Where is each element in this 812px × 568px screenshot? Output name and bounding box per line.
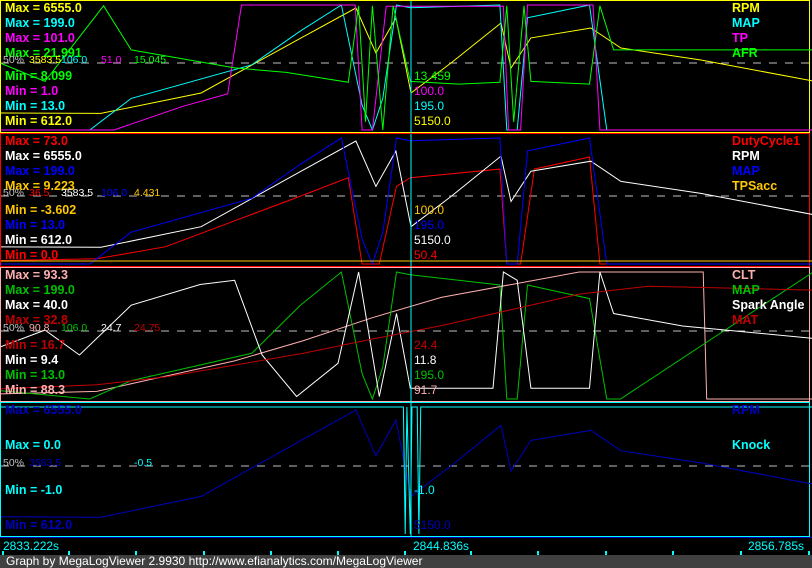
series-tp bbox=[1, 4, 812, 131]
legend-knock[interactable]: Knock bbox=[732, 438, 770, 453]
cursor-value: 195.0 bbox=[414, 99, 445, 113]
midline-value: 106.0 bbox=[61, 54, 88, 66]
max-label: Max = 101.0 bbox=[5, 31, 75, 45]
cursor-value: 50.4 bbox=[414, 248, 438, 262]
min-label: Min = -3.602 bbox=[5, 203, 77, 217]
legend-tp[interactable]: TP bbox=[732, 31, 748, 46]
cursor-value: 195.0 bbox=[414, 218, 445, 232]
series-rpm bbox=[1, 7, 812, 114]
graph-panel-3[interactable]: Max = 93.3 Min = 88.3 CLT 91.7 Max = 199.0 Mi… bbox=[0, 267, 812, 403]
legend-clt[interactable]: CLT bbox=[732, 268, 755, 283]
series-map bbox=[1, 271, 812, 401]
legend-map[interactable]: MAP bbox=[732, 164, 760, 179]
max-label: Max = 6555.0 bbox=[5, 1, 82, 15]
series-map bbox=[1, 137, 812, 266]
legend-map[interactable]: MAP bbox=[732, 283, 760, 298]
series-clt bbox=[1, 271, 812, 400]
min-label: Min = 16.7 bbox=[5, 338, 66, 352]
midline-value: 15.045 bbox=[134, 54, 167, 66]
max-label: Max = 199.0 bbox=[5, 164, 75, 178]
max-label: Max = 199.0 bbox=[5, 16, 75, 30]
min-label: Min = 9.4 bbox=[5, 353, 59, 367]
cursor-value: 100.0 bbox=[414, 84, 445, 98]
cursor-value: 91.7 bbox=[414, 383, 438, 397]
cursor-value: 5150.0 bbox=[414, 114, 451, 128]
series-spark-angle bbox=[1, 271, 812, 398]
max-label: Max = 6555.0 bbox=[5, 403, 82, 417]
cursor-value: 13.459 bbox=[414, 69, 451, 83]
min-label: Min = 1.0 bbox=[5, 84, 59, 98]
legend-tpsacc[interactable]: TPSacc bbox=[732, 179, 777, 194]
midline-value: 106.0 bbox=[101, 187, 128, 199]
legend-rpm[interactable]: RPM bbox=[732, 1, 760, 16]
midline-value: 51.0 bbox=[101, 54, 122, 66]
time-end: 2856.785s bbox=[747, 539, 804, 553]
midline-value: 3583.5 bbox=[61, 187, 94, 199]
legend-afr[interactable]: AFR bbox=[732, 46, 758, 61]
min-label: Min = 88.3 bbox=[5, 383, 66, 397]
graph-panel-2[interactable]: Max = 73.0 Min = 0.0 DutyCycle1 50.4 Max = 6… bbox=[0, 133, 812, 268]
cursor-value: 5150.0 bbox=[414, 518, 451, 532]
cursor-value: 195.0 bbox=[414, 368, 445, 382]
cursor-value: -1.0 bbox=[414, 483, 435, 497]
min-label: Min = 612.0 bbox=[5, 233, 73, 247]
max-label: Max = 73.0 bbox=[5, 134, 68, 148]
time-start: 2833.222s bbox=[3, 539, 60, 553]
min-label: Min = -1.0 bbox=[5, 483, 63, 497]
cursor-value: 5150.0 bbox=[414, 233, 451, 247]
midline-label: 50% bbox=[3, 322, 25, 334]
series-mat bbox=[1, 285, 812, 390]
midline-value: 90.8 bbox=[29, 322, 50, 334]
legend-rpm[interactable]: RPM bbox=[732, 403, 760, 418]
footer-credit: Graph by MegaLogViewer 2.9930 http://www… bbox=[0, 555, 812, 568]
max-label: Max = 93.3 bbox=[5, 268, 68, 282]
min-label: Min = 13.0 bbox=[5, 99, 66, 113]
legend-map[interactable]: MAP bbox=[732, 16, 760, 31]
min-label: Min = 13.0 bbox=[5, 218, 66, 232]
legend-dutycycle1[interactable]: DutyCycle1 bbox=[732, 134, 800, 149]
cursor-value: 24.4 bbox=[414, 338, 438, 352]
min-label: Min = 8.099 bbox=[5, 69, 73, 83]
cursor-value: 11.8 bbox=[414, 353, 437, 367]
graph-panel-1[interactable]: Max = 6555.0 Min = 612.0 RPM 5150.0 Max = 19… bbox=[0, 0, 812, 134]
midline-label: 50% bbox=[3, 457, 25, 469]
midline-value: 3583.5 bbox=[29, 457, 62, 469]
midline-value: 106.0 bbox=[61, 322, 88, 334]
min-label: Min = 0.0 bbox=[5, 248, 59, 262]
midline-value: 36.5 bbox=[29, 187, 50, 199]
legend-spark-angle[interactable]: Spark Angle bbox=[732, 298, 804, 313]
midline-label: 50% bbox=[3, 54, 25, 66]
series-dutycycle1 bbox=[1, 156, 812, 265]
max-label: Max = 40.0 bbox=[5, 298, 68, 312]
midline-value: 4.431 bbox=[134, 187, 161, 199]
series-knock bbox=[1, 406, 812, 535]
max-label: Max = 0.0 bbox=[5, 438, 61, 452]
graph-panel-4[interactable]: Max = 6555.0 Min = 612.0 RPM 5150.0 Max = 0.… bbox=[0, 402, 812, 538]
midline-value: 24.7 bbox=[101, 322, 122, 334]
min-label: Min = 13.0 bbox=[5, 368, 66, 382]
legend-mat[interactable]: MAT bbox=[732, 313, 758, 328]
min-label: Min = 612.0 bbox=[5, 518, 73, 532]
megalogviewer-graph[interactable]: Max = 6555.0 Min = 612.0 RPM 5150.0 Max = 19… bbox=[0, 0, 812, 568]
midline-label: 50% bbox=[3, 187, 25, 199]
midline-value: 24.75 bbox=[134, 322, 161, 334]
midline-value: 3583.5 bbox=[29, 54, 62, 66]
cursor-value: 100.0 bbox=[414, 203, 445, 217]
min-label: Min = 612.0 bbox=[5, 114, 73, 128]
series-map bbox=[1, 4, 812, 132]
midline-value: -0.5 bbox=[134, 457, 153, 469]
legend-rpm[interactable]: RPM bbox=[732, 149, 760, 164]
series-afr bbox=[1, 4, 812, 131]
time-cursor: 2844.836s bbox=[413, 539, 470, 553]
max-label: Max = 199.0 bbox=[5, 283, 75, 297]
max-label: Max = 6555.0 bbox=[5, 149, 82, 163]
